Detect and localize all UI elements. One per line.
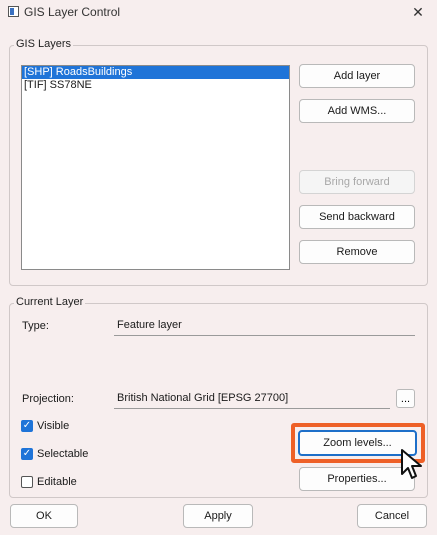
visible-checkbox[interactable]: ✓ <box>21 420 33 432</box>
app-icon <box>8 6 19 17</box>
layer-item-ss78ne[interactable]: [TIF] SS78NE <box>22 79 289 92</box>
editable-checkbox-row[interactable]: Editable <box>21 474 77 490</box>
remove-button[interactable]: Remove <box>299 240 415 264</box>
ok-button[interactable]: OK <box>10 504 78 528</box>
projection-label: Projection: <box>22 393 74 405</box>
selectable-checkbox[interactable]: ✓ <box>21 448 33 460</box>
add-layer-button[interactable]: Add layer <box>299 64 415 88</box>
window-title: GIS Layer Control <box>24 5 121 19</box>
current-layer-group-title: Current Layer <box>14 296 86 308</box>
layers-listbox[interactable]: [SHP] RoadsBuildings [TIF] SS78NE <box>21 65 290 270</box>
visible-checkbox-row[interactable]: ✓ Visible <box>21 418 69 434</box>
properties-button[interactable]: Properties... <box>299 467 415 491</box>
title-bar: GIS Layer Control ✕ <box>0 0 437 24</box>
projection-value: British National Grid [EPSG 27700] <box>114 389 390 409</box>
close-icon[interactable]: ✕ <box>407 2 429 22</box>
mouse-pointer-icon <box>401 449 422 479</box>
gis-layers-group-title: GIS Layers <box>14 38 74 50</box>
selectable-checkbox-row[interactable]: ✓ Selectable <box>21 446 88 462</box>
apply-button[interactable]: Apply <box>183 504 253 528</box>
type-value: Feature layer <box>114 316 415 336</box>
bring-forward-button[interactable]: Bring forward <box>299 170 415 194</box>
editable-checkbox-label: Editable <box>37 476 77 488</box>
visible-checkbox-label: Visible <box>37 420 70 432</box>
add-wms-button[interactable]: Add WMS... <box>299 99 415 123</box>
cancel-button[interactable]: Cancel <box>357 504 427 528</box>
type-label: Type: <box>22 320 49 332</box>
projection-browse-button[interactable]: ... <box>396 389 415 408</box>
selectable-checkbox-label: Selectable <box>37 448 89 460</box>
send-backward-button[interactable]: Send backward <box>299 205 415 229</box>
editable-checkbox[interactable] <box>21 476 33 488</box>
layer-item-roadsbuildings[interactable]: [SHP] RoadsBuildings <box>22 66 289 79</box>
